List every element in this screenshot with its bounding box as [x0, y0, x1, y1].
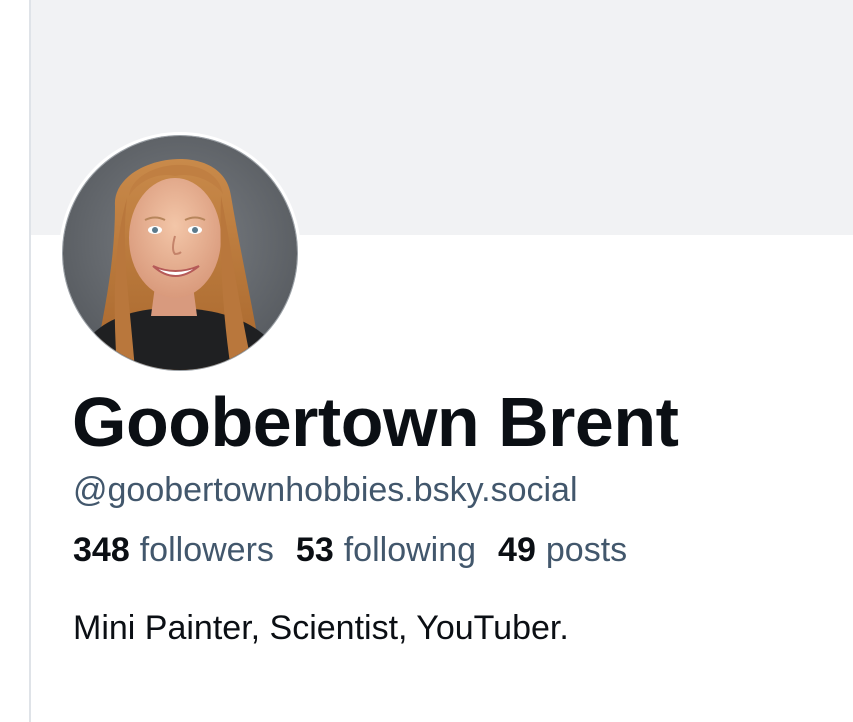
posts-label: posts: [545, 531, 628, 569]
display-name: Goobertown Brent: [72, 383, 679, 461]
posts-stat: 49 posts: [498, 530, 627, 570]
following-link[interactable]: 53 following: [296, 530, 476, 570]
profile-handle: @goobertownhobbies.bsky.social: [73, 471, 578, 509]
posts-count: 49: [498, 531, 536, 569]
following-label: following: [343, 531, 477, 569]
profile-page: Goobertown Brent @goobertownhobbies.bsky…: [0, 0, 853, 722]
followers-label: followers: [139, 531, 274, 569]
followers-link[interactable]: 348 followers: [73, 530, 274, 570]
avatar-image: [63, 136, 297, 370]
avatar[interactable]: [59, 132, 301, 374]
profile-bio: Mini Painter, Scientist, YouTuber.: [73, 609, 569, 647]
profile-stats: 348 followers 53 following 49 posts: [73, 530, 627, 570]
followers-count: 348: [73, 531, 130, 569]
following-count: 53: [295, 531, 334, 569]
